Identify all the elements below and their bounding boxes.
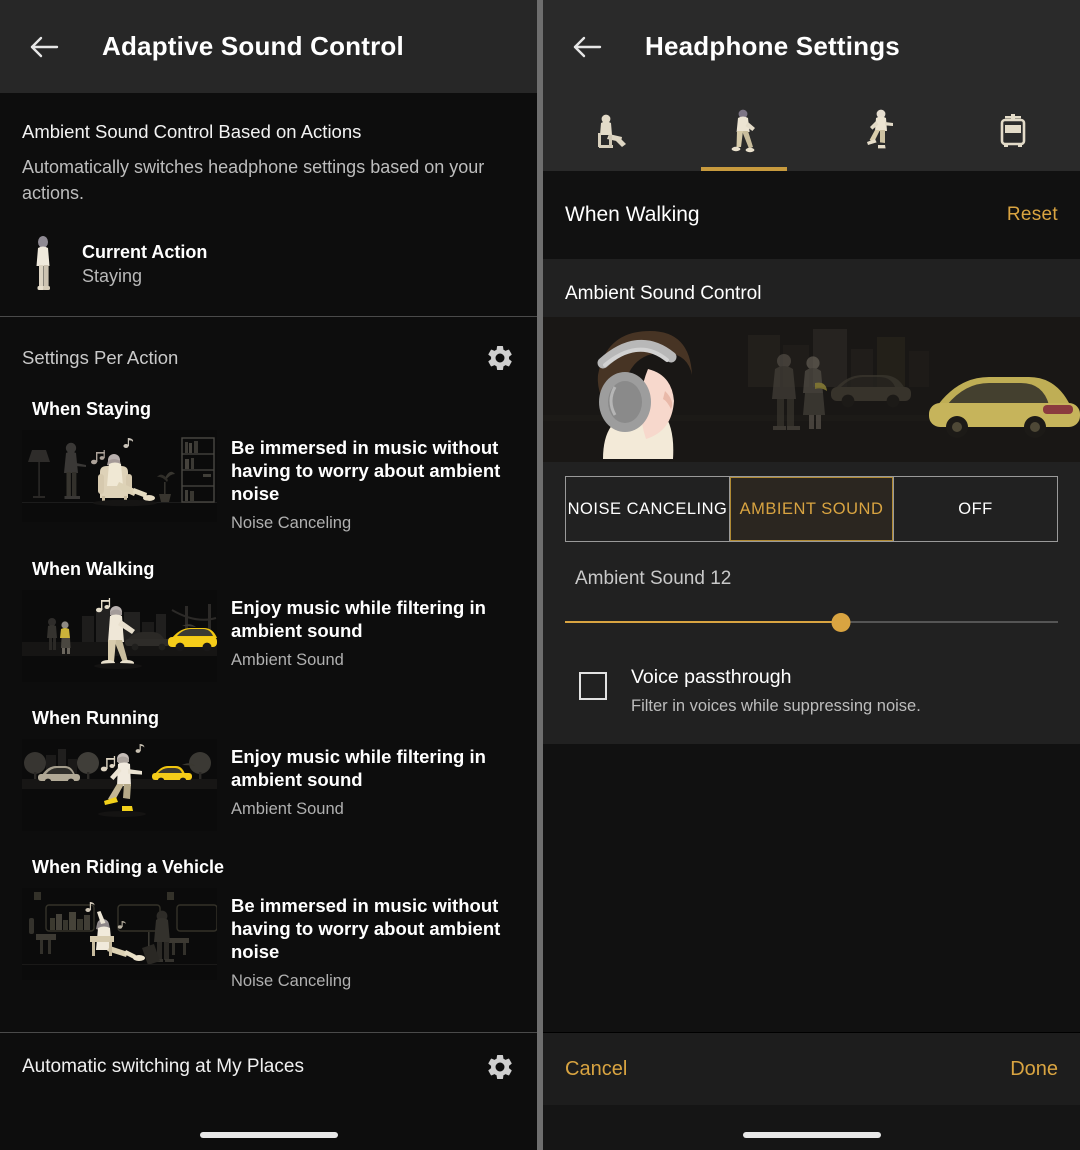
segment-off[interactable]: OFF bbox=[894, 477, 1057, 541]
segment-ambient-sound[interactable]: AMBIENT SOUND bbox=[730, 477, 894, 541]
action-description: Enjoy music while filtering in ambient s… bbox=[231, 746, 486, 790]
my-places-row[interactable]: Automatic switching at My Places bbox=[0, 1033, 537, 1101]
reset-button[interactable]: Reset bbox=[1007, 204, 1058, 226]
dual-phone-screenshot: Adaptive Sound Control Ambient Sound Con… bbox=[0, 0, 1080, 1150]
footer-buttons: Cancel Done bbox=[543, 1033, 1080, 1105]
action-description: Enjoy music while filtering in ambient s… bbox=[231, 597, 486, 641]
voice-passthrough-text: Voice passthrough Filter in voices while… bbox=[631, 666, 921, 716]
done-button[interactable]: Done bbox=[1010, 1058, 1058, 1081]
current-action-row: Current Action Staying bbox=[0, 206, 537, 316]
action-name: When Running bbox=[32, 708, 159, 728]
gear-icon[interactable] bbox=[485, 1052, 515, 1082]
tab-walking[interactable] bbox=[677, 93, 811, 171]
person-running-icon bbox=[866, 109, 893, 149]
action-row: Enjoy music while filtering in ambient s… bbox=[22, 739, 515, 831]
city-street-walking-illustration bbox=[22, 590, 217, 682]
train-interior-illustration bbox=[22, 888, 217, 980]
slider-track-fill bbox=[565, 621, 842, 623]
left-appbar: Adaptive Sound Control bbox=[0, 0, 537, 93]
page-title: Adaptive Sound Control bbox=[102, 31, 404, 61]
tab-vehicle[interactable] bbox=[946, 93, 1080, 171]
intro-title: Ambient Sound Control Based on Actions bbox=[22, 121, 362, 142]
home-indicator bbox=[199, 1132, 338, 1138]
action-block-running[interactable]: When Running Enjoy music while filtering… bbox=[0, 708, 537, 831]
running-street-illustration bbox=[22, 739, 217, 831]
nav-area bbox=[543, 1105, 1080, 1150]
my-places-label: Automatic switching at My Places bbox=[22, 1056, 304, 1077]
action-description: Be immersed in music without having to w… bbox=[231, 437, 501, 504]
right-phone-panel: Headphone Settings When Walking Reset Am… bbox=[543, 0, 1080, 1150]
empty-area bbox=[543, 744, 1080, 1014]
ambient-card-title: Ambient Sound Control bbox=[565, 283, 762, 304]
segment-noise-canceling[interactable]: NOISE CANCELING bbox=[566, 477, 730, 541]
voice-passthrough-subtitle: Filter in voices while suppressing noise… bbox=[631, 697, 921, 715]
action-tabbar bbox=[543, 93, 1080, 171]
voice-passthrough-row[interactable]: Voice passthrough Filter in voices while… bbox=[543, 644, 1080, 716]
right-appbar: Headphone Settings bbox=[543, 0, 1080, 93]
ambient-sound-slider[interactable] bbox=[565, 600, 1058, 644]
intro-subtitle: Automatically switches headphone setting… bbox=[22, 157, 485, 203]
left-phone-panel: Adaptive Sound Control Ambient Sound Con… bbox=[0, 0, 537, 1150]
ambient-sound-level-label: Ambient Sound 12 bbox=[575, 568, 732, 589]
current-action-value: Staying bbox=[82, 265, 143, 286]
slider-thumb[interactable] bbox=[831, 612, 851, 632]
ambient-mode-segmented-control: NOISE CANCELING AMBIENT SOUND OFF bbox=[565, 476, 1058, 542]
woman-headphones-city-illustration bbox=[543, 317, 1080, 462]
current-action-text: Current Action Staying bbox=[82, 242, 207, 287]
action-mode: Noise Canceling bbox=[231, 514, 352, 532]
tab-running[interactable] bbox=[812, 93, 946, 171]
action-row: Be immersed in music without having to w… bbox=[22, 430, 515, 533]
when-walking-bar: When Walking Reset bbox=[543, 171, 1080, 259]
action-block-staying[interactable]: When Staying Be immersed in music withou… bbox=[0, 399, 537, 533]
action-mode: Noise Canceling bbox=[231, 972, 352, 990]
ambient-sound-card: Ambient Sound Control NOISE CANCELING AM… bbox=[543, 259, 1080, 744]
gear-icon[interactable] bbox=[485, 343, 515, 373]
action-description: Be immersed in music without having to w… bbox=[231, 895, 501, 962]
page-title: Headphone Settings bbox=[645, 31, 900, 61]
person-sitting-icon bbox=[598, 114, 627, 148]
person-walking-icon bbox=[731, 109, 756, 153]
action-row: Be immersed in music without having to w… bbox=[22, 888, 515, 991]
current-action-label: Current Action bbox=[82, 241, 208, 262]
my-places-bar: Automatic switching at My Places bbox=[0, 1032, 537, 1150]
home-indicator bbox=[742, 1132, 881, 1138]
action-name: When Riding a Vehicle bbox=[32, 857, 225, 877]
action-mode: Ambient Sound bbox=[231, 800, 344, 818]
action-name: When Staying bbox=[32, 399, 152, 419]
action-mode: Ambient Sound bbox=[231, 651, 344, 669]
action-block-walking[interactable]: When Walking Enjoy music while filtering… bbox=[0, 559, 537, 682]
tram-vehicle-icon bbox=[1000, 114, 1026, 147]
voice-passthrough-title: Voice passthrough bbox=[631, 666, 792, 688]
action-block-vehicle[interactable]: When Riding a Vehicle Be immersed in mus… bbox=[0, 857, 537, 991]
settings-per-action-header: Settings Per Action bbox=[0, 317, 537, 373]
action-text: Be immersed in music without having to w… bbox=[231, 888, 515, 991]
action-text: Be immersed in music without having to w… bbox=[231, 430, 515, 533]
footer-action-bar: Cancel Done bbox=[543, 1032, 1080, 1150]
cancel-button[interactable]: Cancel bbox=[565, 1058, 627, 1081]
tab-staying[interactable] bbox=[543, 93, 677, 171]
back-arrow-icon[interactable] bbox=[22, 25, 66, 69]
action-text: Enjoy music while filtering in ambient s… bbox=[231, 590, 515, 670]
action-text: Enjoy music while filtering in ambient s… bbox=[231, 739, 515, 819]
action-row: Enjoy music while filtering in ambient s… bbox=[22, 590, 515, 682]
action-name: When Walking bbox=[32, 559, 155, 579]
intro-section: Ambient Sound Control Based on Actions A… bbox=[0, 93, 537, 206]
settings-per-action-title: Settings Per Action bbox=[22, 347, 179, 368]
back-arrow-icon[interactable] bbox=[565, 25, 609, 69]
living-room-illustration bbox=[22, 430, 217, 522]
tab-underline bbox=[701, 167, 788, 171]
voice-passthrough-checkbox[interactable] bbox=[579, 672, 607, 700]
when-title: When Walking bbox=[565, 203, 700, 226]
standing-person-icon bbox=[22, 234, 64, 294]
